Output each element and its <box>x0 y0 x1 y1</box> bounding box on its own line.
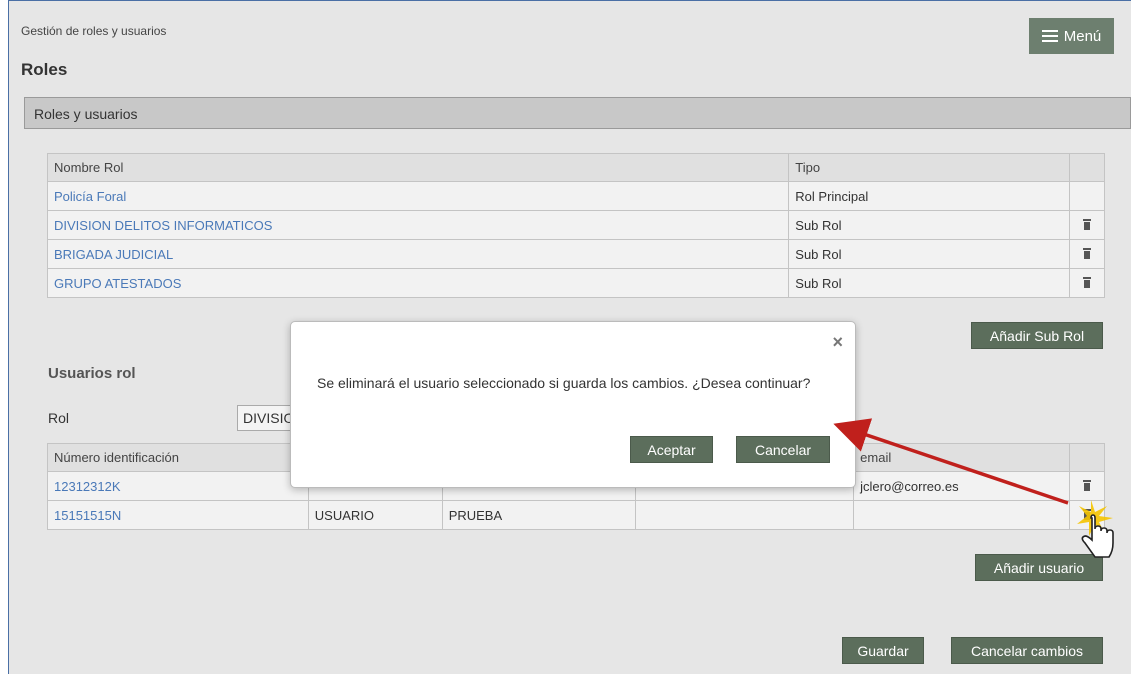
menu-icon <box>1041 30 1058 42</box>
trash-icon[interactable] <box>1082 247 1092 259</box>
user-email: jclero@correo.es <box>853 471 1070 501</box>
table-row: DIVISION DELITOS INFORMATICOS Sub Rol <box>46 210 1105 240</box>
pointer-hand-icon <box>1077 500 1114 558</box>
empty-cell <box>1069 181 1105 211</box>
trash-icon[interactable] <box>1082 218 1092 230</box>
cancel-button[interactable]: Cancelar <box>736 436 830 463</box>
users-section-title: Usuarios rol <box>48 365 136 382</box>
save-button[interactable]: Guardar <box>842 637 924 664</box>
role-type: Sub Rol <box>788 210 1070 240</box>
user-cell <box>635 500 855 530</box>
trash-icon[interactable] <box>1082 479 1092 491</box>
column-header: Nombre Rol <box>46 153 790 182</box>
menu-label: Menú <box>1063 27 1102 45</box>
role-type: Sub Rol <box>788 239 1070 269</box>
table-row: GRUPO ATESTADOS Sub Rol <box>46 268 1105 298</box>
confirm-dialog: × Se eliminará el usuario seleccionado s… <box>290 321 856 488</box>
breadcrumb: Gestión de roles y usuarios <box>21 24 167 38</box>
column-header: Número identificación <box>47 443 309 472</box>
column-header <box>1069 153 1105 182</box>
role-type: Rol Principal <box>788 181 1070 211</box>
add-subrol-button[interactable]: Añadir Sub Rol <box>971 322 1103 349</box>
role-link[interactable]: BRIGADA JUDICIAL <box>54 247 173 262</box>
role-link[interactable]: GRUPO ATESTADOS <box>54 276 181 291</box>
role-type: Sub Rol <box>788 268 1070 298</box>
column-header: email <box>853 443 1070 472</box>
table-row: BRIGADA JUDICIAL Sub Rol <box>46 239 1105 269</box>
rol-label: Rol <box>48 410 70 426</box>
role-link[interactable]: Policía Foral <box>54 189 126 204</box>
table-row: 15151515N USUARIO PRUEBA <box>47 500 1106 530</box>
rol-select[interactable]: DIVISION DELITOS INFORMATICOS <box>237 405 297 431</box>
role-link[interactable]: DIVISION DELITOS INFORMATICOS <box>54 218 272 233</box>
accept-button[interactable]: Aceptar <box>630 436 713 463</box>
close-icon[interactable]: × <box>832 332 843 353</box>
column-header <box>1068 443 1106 472</box>
column-header: Tipo <box>788 153 1070 182</box>
user-id-link[interactable]: 15151515N <box>54 508 121 523</box>
roles-table: Nombre Rol Tipo Policía Foral Rol Princi… <box>46 153 1105 298</box>
menu-button[interactable]: Menú <box>1029 18 1114 54</box>
roles-table-header: Nombre Rol Tipo <box>46 153 1105 182</box>
section-header: Roles y usuarios <box>24 97 1131 129</box>
table-row: Policía Foral Rol Principal <box>46 181 1105 211</box>
page-title: Roles <box>21 60 68 79</box>
user-id-link[interactable]: 12312312K <box>54 479 121 494</box>
user-cell: PRUEBA <box>441 500 637 530</box>
dialog-message: Se eliminará el usuario seleccionado si … <box>317 375 811 391</box>
cancel-changes-button[interactable]: Cancelar cambios <box>951 637 1103 664</box>
user-cell: USUARIO <box>307 500 443 530</box>
user-email <box>853 500 1070 530</box>
trash-icon[interactable] <box>1082 276 1092 288</box>
